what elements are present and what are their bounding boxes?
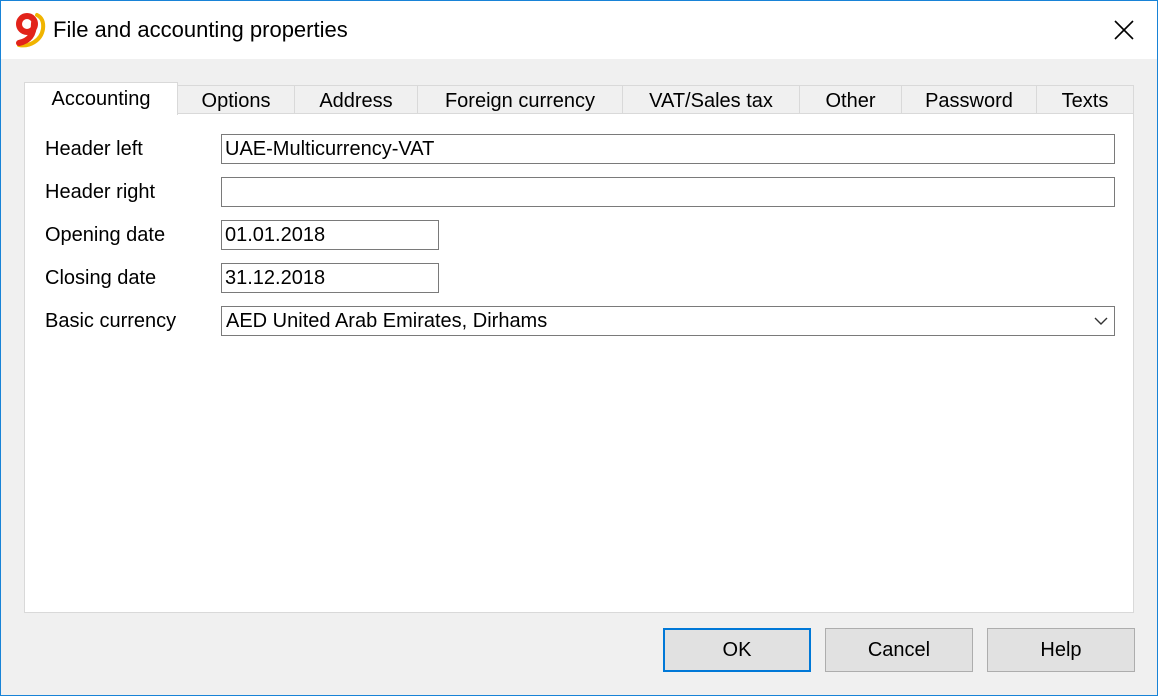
chevron-down-icon [1094, 317, 1108, 325]
dialog-window: File and accounting properties Accountin… [0, 0, 1158, 696]
basic-currency-label: Basic currency [45, 310, 177, 332]
help-button[interactable]: Help [987, 628, 1135, 672]
opening-date-label: Opening date [45, 224, 166, 246]
basic-currency-value: AED United Arab Emirates, Dirhams [226, 310, 548, 332]
title-bar: File and accounting properties [1, 1, 1157, 59]
basic-currency-select[interactable]: AED United Arab Emirates, Dirhams [221, 306, 1115, 336]
accounting-panel: Header left Header right Opening date Cl… [24, 113, 1134, 613]
tab-foreign-currency[interactable]: Foreign currency [417, 85, 623, 114]
opening-date-input[interactable] [221, 220, 439, 250]
header-right-input[interactable] [221, 177, 1115, 207]
closing-date-input[interactable] [221, 263, 439, 293]
ok-button[interactable]: OK [663, 628, 811, 672]
window-title: File and accounting properties [53, 17, 348, 42]
tab-texts[interactable]: Texts [1036, 85, 1134, 114]
cancel-button[interactable]: Cancel [825, 628, 973, 672]
header-right-label: Header right [45, 181, 156, 203]
tab-other[interactable]: Other [799, 85, 902, 114]
tab-address[interactable]: Address [294, 85, 418, 114]
close-button[interactable] [1091, 1, 1157, 59]
tab-accounting[interactable]: Accounting [24, 82, 178, 115]
closing-date-label: Closing date [45, 267, 157, 289]
header-left-input[interactable] [221, 134, 1115, 164]
tab-strip: Accounting Options Address Foreign curre… [24, 82, 1134, 115]
close-icon [1114, 20, 1134, 40]
tab-password[interactable]: Password [901, 85, 1037, 114]
tab-options[interactable]: Options [177, 85, 295, 114]
app-logo-icon [13, 11, 49, 49]
tab-vat-sales-tax[interactable]: VAT/Sales tax [622, 85, 800, 114]
header-left-label: Header left [45, 138, 143, 160]
